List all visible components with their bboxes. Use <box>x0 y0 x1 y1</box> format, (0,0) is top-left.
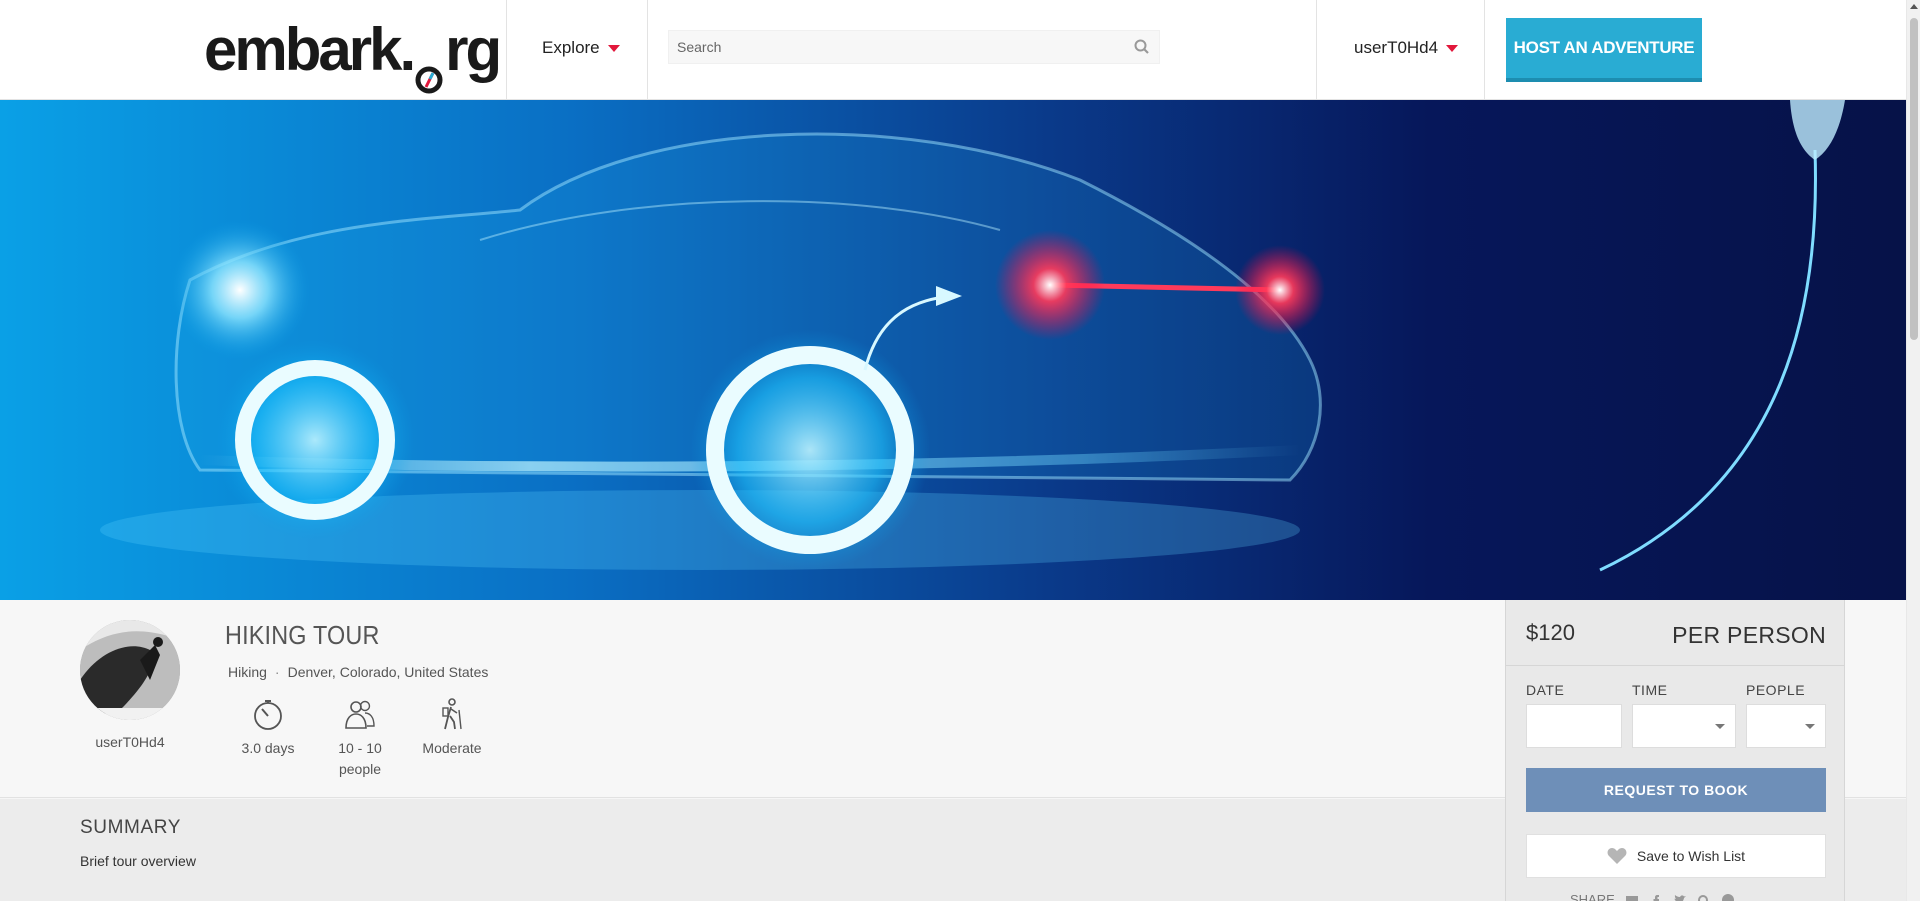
twitter-icon[interactable] <box>1673 893 1687 901</box>
tour-title: HIKING TOUR <box>225 620 380 650</box>
tour-stats: 3.0 days 10 - 10 people Moderate <box>236 698 484 780</box>
save-to-wish-list-button[interactable]: Save to Wish List <box>1526 834 1826 878</box>
request-to-book-button[interactable]: REQUEST TO BOOK <box>1526 768 1826 812</box>
summary-heading: SUMMARY <box>80 817 181 838</box>
share-row: SHARE <box>1570 892 1735 901</box>
header-divider <box>506 0 507 100</box>
people-icon <box>345 700 375 729</box>
hero-image <box>0 100 1906 600</box>
site-header: embark. rg Explore userT0Hd4 HOST AN ADV… <box>0 0 1906 100</box>
caret-down-icon <box>607 44 620 52</box>
search-bar <box>668 30 1160 64</box>
header-divider <box>1316 0 1317 100</box>
tour-category: Hiking <box>228 664 267 680</box>
separator-dot: · <box>274 664 280 680</box>
scrollbar-thumb[interactable] <box>1910 18 1918 340</box>
booking-panel: $120 PER PERSON DATE TIME PEOPLE REQUEST… <box>1505 600 1845 901</box>
per-person-label: PER PERSON <box>1672 622 1826 648</box>
stat-difficulty: Moderate <box>420 698 484 780</box>
email-icon[interactable] <box>1625 893 1639 901</box>
summary-text: Brief tour overview <box>80 853 196 869</box>
people-select[interactable] <box>1746 704 1826 748</box>
pinterest-icon[interactable] <box>1721 893 1735 901</box>
climber-photo-icon <box>80 620 180 720</box>
site-logo[interactable]: embark. rg <box>204 14 502 94</box>
host-name[interactable]: userT0Hd4 <box>80 734 180 750</box>
tour-meta: Hiking · Denver, Colorado, United States <box>228 664 488 680</box>
chevron-down-icon <box>1715 724 1725 729</box>
price-row: $120 PER PERSON <box>1506 600 1844 666</box>
search-input[interactable] <box>669 32 1109 62</box>
tour-price: $120 <box>1526 620 1575 645</box>
facebook-icon[interactable] <box>1649 893 1663 901</box>
header-divider <box>647 0 648 100</box>
explore-menu[interactable]: Explore <box>542 38 620 58</box>
search-icon[interactable] <box>1133 38 1151 56</box>
page-scrollbar[interactable] <box>1906 0 1920 901</box>
host-avatar[interactable] <box>80 620 180 720</box>
time-label: TIME <box>1632 682 1668 698</box>
google-plus-icon[interactable] <box>1697 893 1711 901</box>
hiker-icon <box>442 698 462 730</box>
stat-duration: 3.0 days <box>236 698 300 780</box>
date-input[interactable] <box>1526 704 1622 748</box>
people-label: PEOPLE <box>1746 682 1806 698</box>
chevron-down-icon <box>1805 724 1815 729</box>
caret-down-icon <box>1446 44 1459 52</box>
host-adventure-button[interactable]: HOST AN ADVENTURE <box>1506 18 1702 82</box>
electric-car-illustration-icon <box>100 100 1845 572</box>
compass-logo-icon <box>414 40 444 94</box>
user-menu[interactable]: userT0Hd4 <box>1354 38 1459 58</box>
scroll-up-icon[interactable] <box>1910 4 1918 9</box>
date-label: DATE <box>1526 682 1565 698</box>
stat-group-size: 10 - 10 people <box>328 698 392 780</box>
tour-location: Denver, Colorado, United States <box>287 664 489 680</box>
heart-icon <box>1607 848 1627 864</box>
header-divider <box>1484 0 1485 100</box>
stopwatch-icon <box>254 700 282 730</box>
time-select[interactable] <box>1632 704 1736 748</box>
